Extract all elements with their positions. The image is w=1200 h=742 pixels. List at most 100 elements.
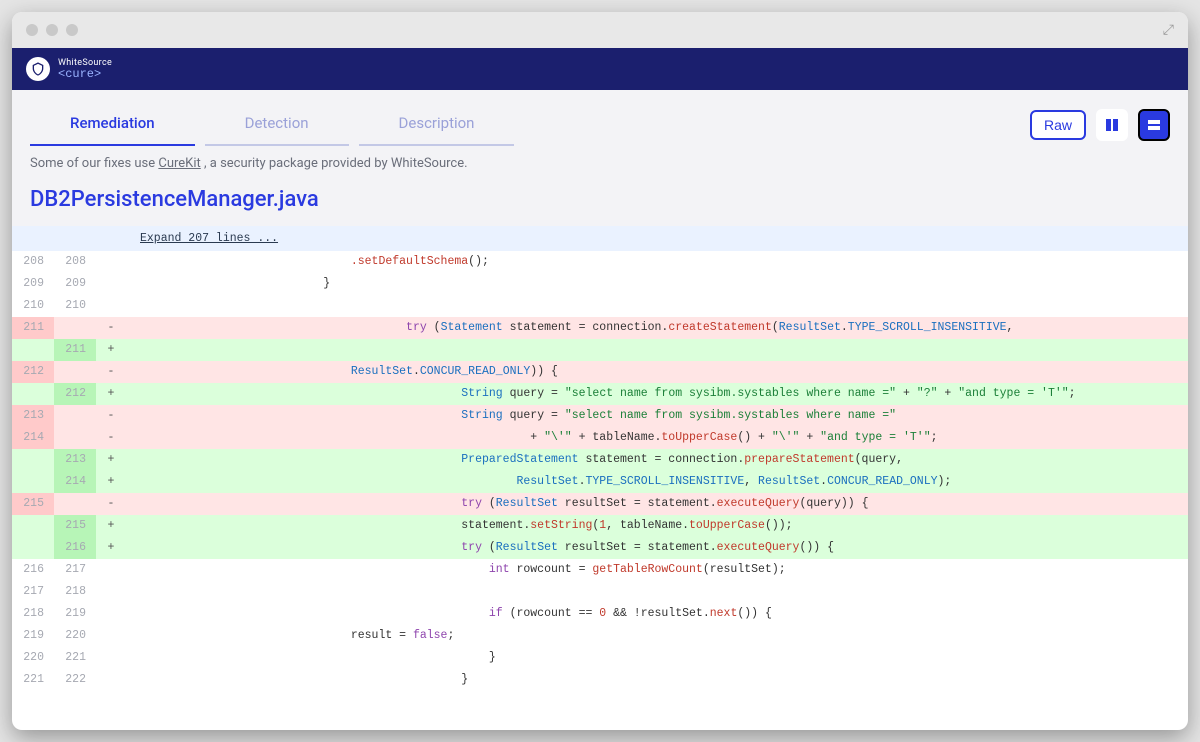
code-content: ResultSet.CONCUR_READ_ONLY)) {: [126, 361, 1188, 383]
line-number-old: [12, 383, 54, 405]
diff-marker: -: [96, 361, 126, 383]
line-number-new: 219: [54, 603, 96, 625]
line-number-new: 208: [54, 251, 96, 273]
line-number-new: 220: [54, 625, 96, 647]
code-line: 216217 int rowcount = getTableRowCount(r…: [12, 559, 1188, 581]
code-content: }: [126, 647, 1188, 669]
info-note: Some of our fixes use CureKit , a securi…: [30, 146, 1170, 185]
expand-icon[interactable]: ⤢: [1163, 22, 1174, 38]
diff-marker: [96, 603, 126, 625]
diff-marker: +: [96, 537, 126, 559]
window-controls: [26, 24, 78, 36]
code-content: int rowcount = getTableRowCount(resultSe…: [126, 559, 1188, 581]
line-number-old: 212: [12, 361, 54, 383]
diff-marker: [96, 273, 126, 295]
line-number-new: 210: [54, 295, 96, 317]
tab-description[interactable]: Description: [359, 104, 515, 146]
diff-marker: +: [96, 339, 126, 361]
curekit-link[interactable]: CureKit: [158, 156, 200, 171]
diff-marker: [96, 295, 126, 317]
split-view-button[interactable]: [1096, 109, 1128, 141]
close-dot[interactable]: [26, 24, 38, 36]
zoom-dot[interactable]: [66, 24, 78, 36]
minimize-dot[interactable]: [46, 24, 58, 36]
diff-marker: [96, 669, 126, 691]
titlebar: ⤢: [12, 12, 1188, 48]
unified-view-button[interactable]: [1138, 109, 1170, 141]
line-number-old: 210: [12, 295, 54, 317]
line-number-new: 217: [54, 559, 96, 581]
line-number-new: 221: [54, 647, 96, 669]
line-number-new: 213: [54, 449, 96, 471]
code-content: result = false;: [126, 625, 1188, 647]
diff-marker: [96, 251, 126, 273]
line-number-old: [12, 339, 54, 361]
code-line: 217218: [12, 581, 1188, 603]
code-line: 211+: [12, 339, 1188, 361]
expand-row[interactable]: Expand 207 lines ...: [12, 226, 1188, 251]
line-number-old: 221: [12, 669, 54, 691]
code-content: }: [126, 273, 1188, 295]
diff-marker: [96, 559, 126, 581]
line-number-new: 209: [54, 273, 96, 295]
code-content: statement.setString(1, tableName.toUpper…: [126, 515, 1188, 537]
line-number-old: 214: [12, 427, 54, 449]
code-content: [126, 295, 1188, 317]
tab-remediation[interactable]: Remediation: [30, 104, 195, 146]
code-content: + "\'" + tableName.toUpperCase() + "\'" …: [126, 427, 1188, 449]
diff-marker: +: [96, 383, 126, 405]
code-content: PreparedStatement statement = connection…: [126, 449, 1188, 471]
content-header: Remediation Detection Description Raw So…: [12, 90, 1188, 185]
brand-logo-icon: [26, 57, 50, 81]
note-suffix: , a security package provided by WhiteSo…: [201, 156, 468, 171]
line-number-old: 217: [12, 581, 54, 603]
code-line: 209209 }: [12, 273, 1188, 295]
code-content: try (ResultSet resultSet = statement.exe…: [126, 493, 1188, 515]
code-content: try (ResultSet resultSet = statement.exe…: [126, 537, 1188, 559]
line-number-old: [12, 537, 54, 559]
line-number-old: 220: [12, 647, 54, 669]
line-number-new: [54, 405, 96, 427]
diff-marker: +: [96, 449, 126, 471]
code-line: 216+ try (ResultSet resultSet = statemen…: [12, 537, 1188, 559]
diff-marker: -: [96, 405, 126, 427]
line-number-old: 213: [12, 405, 54, 427]
line-number-new: [54, 493, 96, 515]
raw-button[interactable]: Raw: [1030, 110, 1086, 140]
diff-marker: +: [96, 471, 126, 493]
line-number-old: 216: [12, 559, 54, 581]
brand-text: WhiteSource <cure>: [58, 59, 112, 80]
line-number-new: [54, 317, 96, 339]
expand-link[interactable]: Expand 207 lines ...: [140, 232, 278, 245]
line-number-new: 212: [54, 383, 96, 405]
code-content: [126, 581, 1188, 603]
code-content: if (rowcount == 0 && !resultSet.next()) …: [126, 603, 1188, 625]
line-number-old: 209: [12, 273, 54, 295]
line-number-new: [54, 361, 96, 383]
line-number-old: 211: [12, 317, 54, 339]
code-content: try (Statement statement = connection.cr…: [126, 317, 1188, 339]
code-line: 214- + "\'" + tableName.toUpperCase() + …: [12, 427, 1188, 449]
filename-heading: DB2PersistenceManager.java: [12, 185, 1188, 226]
brand-bar: WhiteSource <cure>: [12, 48, 1188, 90]
diff-marker: [96, 647, 126, 669]
code-line: 210210: [12, 295, 1188, 317]
tab-detection[interactable]: Detection: [205, 104, 349, 146]
diff-marker: [96, 581, 126, 603]
line-number-new: 215: [54, 515, 96, 537]
tabs-row: Remediation Detection Description Raw: [30, 90, 1170, 146]
line-number-old: 218: [12, 603, 54, 625]
line-number-old: 219: [12, 625, 54, 647]
code-content: ResultSet.TYPE_SCROLL_INSENSITIVE, Resul…: [126, 471, 1188, 493]
code-content: .setDefaultSchema();: [126, 251, 1188, 273]
line-number-new: 211: [54, 339, 96, 361]
line-number-old: [12, 471, 54, 493]
line-number-new: 214: [54, 471, 96, 493]
code-line: 221222 }: [12, 669, 1188, 691]
code-line: 213 - String query = "select name from sy…: [12, 405, 1188, 427]
diff-marker: -: [96, 317, 126, 339]
line-number-old: 215: [12, 493, 54, 515]
line-number-new: 218: [54, 581, 96, 603]
line-number-new: 216: [54, 537, 96, 559]
code-content: String query = "select name from sysibm.…: [126, 405, 1188, 427]
